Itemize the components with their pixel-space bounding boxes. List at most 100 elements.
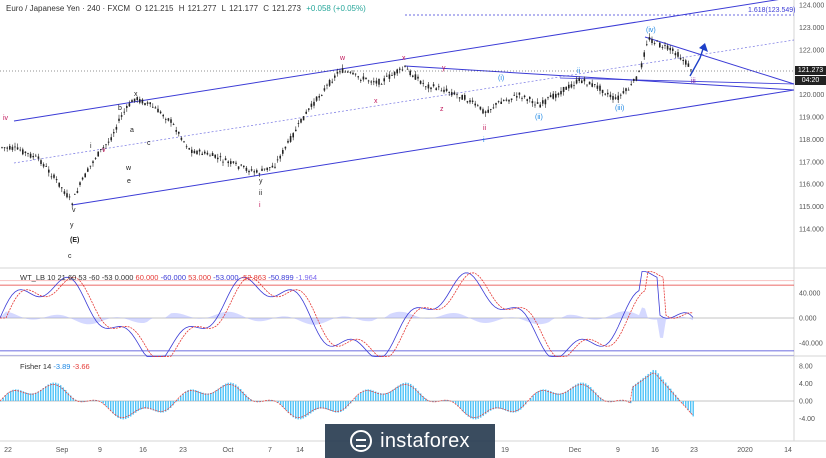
fisher-bar [312,401,314,412]
fisher-bar [405,382,407,401]
fisher-bar [117,401,119,418]
wave-label: e [127,178,131,185]
fisher-bar [655,370,657,401]
candle-body [461,94,463,100]
candle-body [625,88,627,92]
fisher-bar [307,401,309,416]
candle-body [89,165,92,167]
candle-body [578,78,580,81]
candle-body [6,147,8,149]
fisher-bar [397,385,399,401]
candle-body [583,78,586,82]
candle-body [300,118,302,123]
candle-body [565,86,567,90]
candle-body [438,86,440,88]
candle-body [440,90,443,92]
candle-body [427,84,430,89]
fisher-bar [327,401,329,411]
instaforex-logo-icon [350,430,373,452]
price-tick-label: 115.000 [799,204,824,211]
wave-label: v [102,147,106,154]
candle-body [417,76,419,79]
candle-body [406,68,409,70]
wt-panel-header: WT_LB 10 21 60 53 -60 -53 0.000 60.000 -… [20,273,317,282]
candle-body [341,68,344,73]
candle-body [16,147,19,150]
wt-val-4: -53.000 [213,273,239,282]
candle-body [633,79,635,81]
fisher-bar [542,389,544,401]
candle-body [383,78,385,82]
fisher-bar [567,390,569,401]
wt-val-2: -60.000 [160,273,187,282]
time-tick-label: 9 [98,447,102,454]
fisher-bar [310,401,312,414]
fisher-bar [207,393,209,401]
fisher-bar [520,401,522,410]
fisher-bar [305,401,307,418]
candle-body [549,95,552,98]
chart-svg: 124.000123.000122.000121.000120.000119.0… [0,0,826,454]
candle-body [490,109,492,110]
fisher-bar [325,401,327,410]
fisher-bar [40,389,42,401]
candle-body [685,60,687,65]
fisher-bar [322,401,324,409]
candle-body [40,160,42,164]
candle-body [609,94,612,98]
candle-body [557,93,560,96]
candle-body [107,141,110,143]
candle-body [310,103,313,107]
candle-body [560,90,562,95]
candle-body [279,155,281,159]
fisher-bar [60,385,62,401]
price-tick-label: 120.000 [799,92,824,99]
fisher-val-0: -3.89 [53,362,71,371]
fisher-bar [107,401,109,409]
candle-body [682,59,684,62]
candle-body [115,126,118,130]
fisher-bar [407,382,409,401]
candle-body [352,72,354,75]
candle-body [510,98,513,100]
candle-body [232,161,235,163]
fisher-bar [232,383,234,401]
projection-arrow-head [699,43,708,52]
candle-body [183,141,185,143]
fisher-bar [670,388,672,401]
fisher-bar [497,401,499,409]
candles-group [1,33,692,209]
candle-body [230,161,232,164]
candle-body [284,146,287,149]
wave-label: ii [259,190,263,197]
candle-body [222,161,224,163]
candle-body [539,104,541,108]
candle-body [516,96,518,98]
fisher-bar [575,384,577,401]
candle-body [360,80,362,82]
fisher-bar [667,385,669,401]
candle-body [79,182,81,185]
candle-body [141,99,144,104]
wave-label: (ii) [535,114,543,121]
candle-body [679,57,682,60]
fisher-bar [47,384,49,401]
fisher-bar [120,401,122,420]
candle-body [573,85,575,86]
fisher-bar [470,401,472,419]
candle-body [42,164,45,167]
candle-body [97,151,99,157]
candle-body [464,95,466,100]
candle-body [591,83,593,87]
fisher-bar [382,393,384,401]
candle-body [380,83,383,85]
fisher-bar [657,373,659,401]
fisher-bar [540,389,542,401]
wave-label: y [259,178,263,185]
fisher-bar [320,401,322,409]
candle-body [105,144,107,146]
fisher-bar [217,388,219,401]
candle-body [586,84,588,86]
candle-body [570,84,573,88]
candle-body [14,146,16,148]
